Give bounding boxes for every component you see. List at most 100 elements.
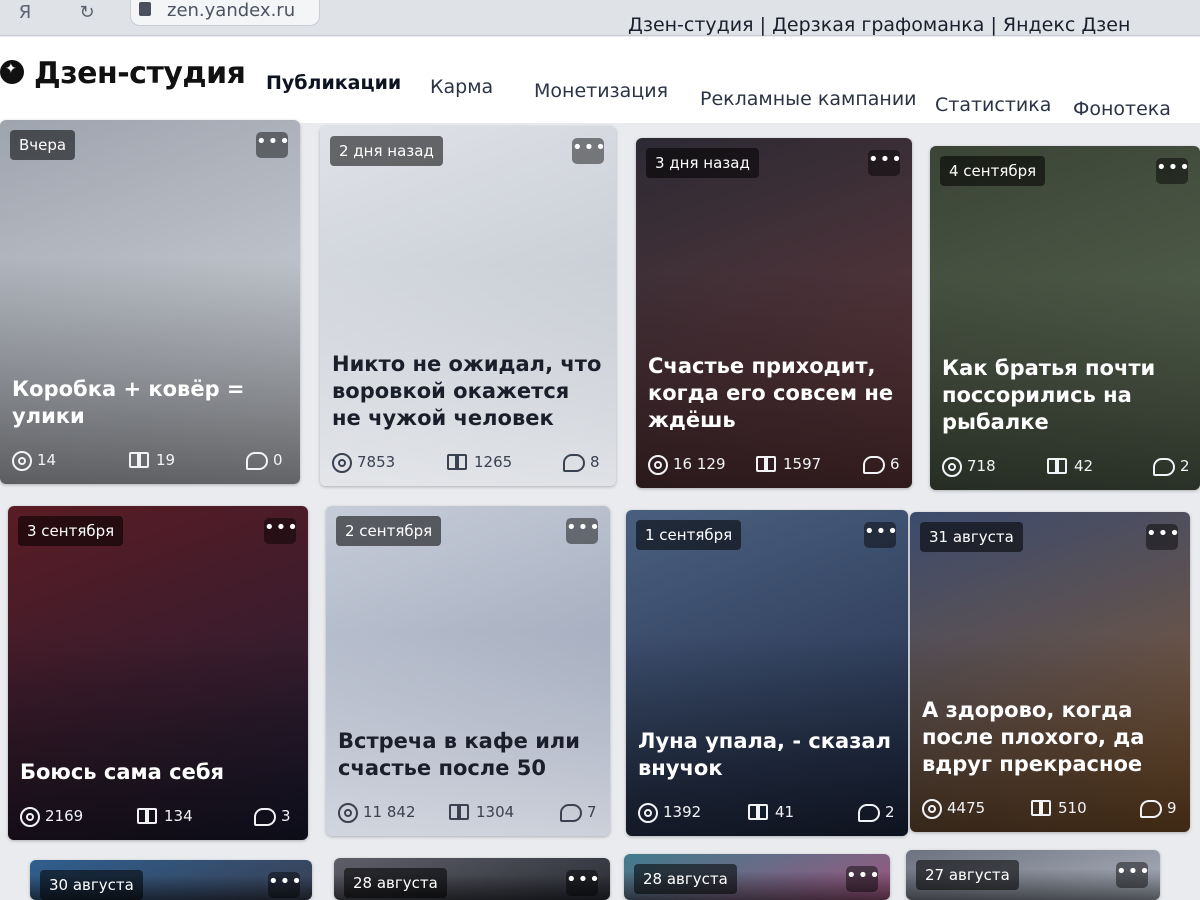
tab-karma[interactable]: Карма — [430, 76, 493, 98]
card-title[interactable]: Счастье приходит, когда его совсем не жд… — [648, 353, 900, 434]
eye-icon — [12, 450, 32, 471]
comments-count-group: 6 — [863, 452, 900, 476]
card-date-badge: 2 сентября — [336, 516, 442, 546]
publication-card[interactable]: 3 дня назад ••• Счастье приходит, когда ег… — [636, 138, 912, 488]
card-date-badge: Вчера — [10, 130, 76, 160]
publication-card[interactable]: 3 сентября ••• Боюсь сама себя 2169 134 3 — [8, 506, 308, 840]
more-options-button[interactable]: ••• — [572, 138, 606, 164]
card-stats: 7853 1265 8 — [332, 450, 604, 474]
comments-count: 0 — [273, 451, 283, 469]
address-bar[interactable]: zen.yandex.ru — [130, 0, 320, 26]
comment-icon — [858, 803, 880, 822]
views-count-group: 7853 — [332, 450, 395, 474]
card-title[interactable]: Как братья почти поссорились на рыбалке — [942, 355, 1188, 436]
card-title[interactable]: Никто не ожидал, что воровкой окажется н… — [332, 351, 604, 432]
more-options-button[interactable]: ••• — [566, 870, 600, 896]
comment-icon — [254, 807, 276, 826]
card-date-badge: 28 августа — [344, 868, 447, 898]
book-icon — [1047, 457, 1069, 476]
book-icon — [137, 807, 159, 826]
logo-text[interactable]: Дзен-студия — [34, 56, 246, 91]
card-title[interactable]: Встреча в кафе или счастье после 50 — [338, 728, 598, 782]
views-count-group: 14 — [12, 448, 56, 472]
book-icon — [1031, 799, 1053, 818]
publication-card[interactable]: 31 августа ••• А здорово, когда после плох… — [910, 512, 1190, 832]
card-title[interactable]: Коробка + ковёр = улики — [12, 376, 288, 430]
reload-icon[interactable]: ↻ — [76, 2, 98, 24]
yandex-browser-icon[interactable]: Я — [14, 2, 36, 24]
card-title[interactable]: Луна упала, - сказал внучок — [638, 728, 896, 782]
card-date-badge: 3 дня назад — [646, 148, 759, 178]
publication-card[interactable]: 1 сентября ••• Луна упала, - сказал внучок… — [626, 510, 908, 836]
views-count-group: 2169 — [20, 804, 83, 828]
eye-icon — [648, 454, 668, 475]
card-title[interactable]: А здорово, когда после плохого, да вдруг… — [922, 697, 1178, 778]
more-options-button[interactable]: ••• — [1146, 524, 1180, 550]
publication-card[interactable]: 27 августа ••• — [906, 850, 1160, 900]
publication-card[interactable]: 4 сентября ••• Как братья почти поссорилис… — [930, 146, 1200, 490]
reads-count-group: 19 — [129, 448, 175, 472]
comment-icon — [1140, 799, 1162, 818]
eye-icon — [942, 456, 962, 477]
reads-count-group: 510 — [1031, 796, 1087, 820]
views-count-group: 11 842 — [338, 800, 416, 824]
publication-card[interactable]: 2 дня назад ••• Никто не ожидал, что воров… — [320, 126, 616, 486]
tab-publications[interactable]: Публикации — [266, 72, 401, 94]
more-options-button[interactable]: ••• — [264, 518, 298, 544]
more-options-button[interactable]: ••• — [268, 872, 302, 898]
card-stats: 16 129 1597 6 — [648, 452, 900, 476]
tab-statistics[interactable]: Статистика — [935, 94, 1051, 116]
comment-icon — [1153, 457, 1175, 476]
reads-count: 134 — [164, 807, 193, 825]
reads-count: 42 — [1074, 457, 1094, 475]
card-date-badge: 31 августа — [920, 522, 1023, 552]
card-date-badge: 30 августа — [40, 870, 143, 900]
more-options-button[interactable]: ••• — [1116, 862, 1150, 888]
publication-card[interactable]: 28 августа ••• — [334, 858, 610, 900]
comment-icon — [560, 803, 582, 822]
card-title[interactable]: Боюсь сама себя — [20, 759, 296, 786]
views-count: 1392 — [663, 803, 702, 821]
comments-count: 2 — [885, 803, 895, 821]
reads-count-group: 1265 — [447, 450, 512, 474]
views-count: 14 — [37, 451, 57, 469]
views-count: 4475 — [947, 799, 986, 817]
more-options-button[interactable]: ••• — [846, 866, 880, 892]
more-options-button[interactable]: ••• — [256, 132, 290, 158]
eye-icon — [338, 802, 358, 823]
browser-toolbar: Я ↻ zen.yandex.ru Дзен-студия | Дерзкая … — [0, 0, 1200, 36]
tab-ad-campaigns[interactable]: Рекламные кампании — [700, 88, 917, 110]
views-count-group: 1392 — [638, 800, 701, 824]
reads-count: 41 — [775, 803, 795, 821]
more-options-button[interactable]: ••• — [1156, 158, 1190, 184]
more-options-button[interactable]: ••• — [868, 150, 902, 176]
eye-icon — [332, 452, 352, 473]
publication-card[interactable]: 28 августа ••• — [624, 854, 890, 900]
card-stats: 718 42 2 — [942, 454, 1190, 478]
views-count-group: 718 — [942, 454, 996, 478]
book-icon — [129, 451, 151, 470]
card-date-badge: 2 дня назад — [330, 136, 443, 166]
eye-icon — [20, 806, 40, 827]
book-icon — [756, 455, 778, 474]
publication-card[interactable]: 2 сентября ••• Встреча в кафе или счастье … — [326, 506, 610, 836]
card-date-badge: 27 августа — [916, 860, 1019, 890]
comments-count: 9 — [1167, 799, 1177, 817]
zen-logo-icon[interactable] — [0, 60, 24, 84]
more-options-button[interactable]: ••• — [864, 522, 898, 548]
comments-count-group: 0 — [246, 448, 283, 472]
window-title: Дзен-студия | Дерзкая графоманка | Яндек… — [628, 14, 1131, 36]
views-count: 718 — [967, 457, 996, 475]
eye-icon — [638, 802, 658, 823]
reads-count: 1597 — [783, 455, 822, 473]
reads-count-group: 1304 — [449, 800, 514, 824]
tab-monetization[interactable]: Монетизация — [534, 80, 668, 102]
publication-card[interactable]: Вчера ••• Коробка + ковёр = улики 14 19 0 — [0, 120, 300, 484]
comments-count: 8 — [590, 453, 600, 471]
more-options-button[interactable]: ••• — [566, 518, 600, 544]
tab-phonoteka[interactable]: Фонотека — [1073, 98, 1171, 120]
publication-card[interactable]: 30 августа ••• — [30, 860, 312, 900]
card-stats: 4475 510 9 — [922, 796, 1178, 820]
comments-count: 7 — [587, 803, 597, 821]
views-count-group: 4475 — [922, 796, 985, 820]
